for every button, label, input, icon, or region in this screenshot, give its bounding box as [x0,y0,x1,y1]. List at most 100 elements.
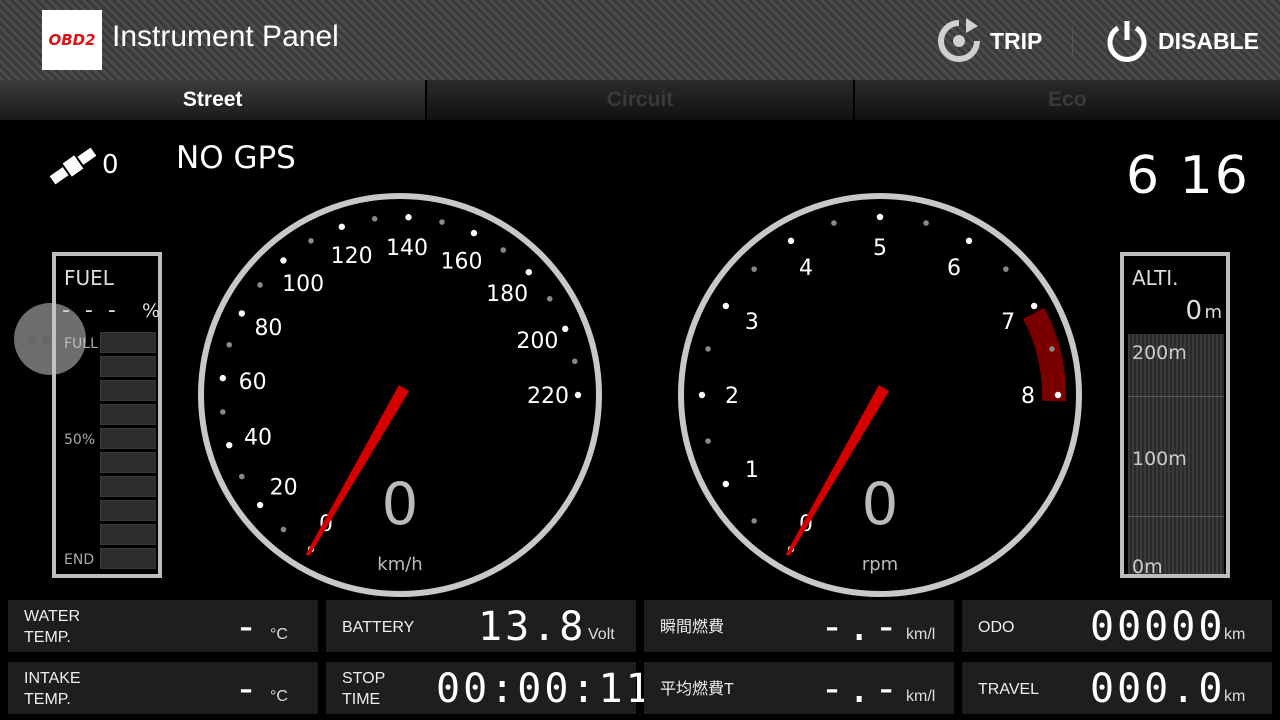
fuel-bar-segment [100,356,156,377]
stop-time-label-1: STOP [342,670,386,687]
disable-button[interactable]: DISABLE [1104,16,1259,66]
travel-value: 000.0 [1090,666,1226,712]
major-tick [574,391,582,399]
clock: 6 16 [1126,146,1250,206]
speed-unit: km/h [377,554,423,575]
fuel-level-bars [100,332,156,572]
minor-tick [439,219,445,225]
fuel-bar-segment [100,404,156,425]
header-bar: OBD2 Instrument Panel TRIP DISABLE [0,0,1280,80]
altitude-gauge: ALTI. 0 m 200m 100m 0m [1120,252,1230,578]
major-tick [338,223,345,230]
major-tick [226,441,233,449]
stop-time-label-2: TIME [342,691,381,708]
altitude-mark-0: 0m [1132,556,1163,578]
tick-label: 5 [873,236,887,261]
obd2-logo: OBD2 [42,10,102,70]
instant-fuel-panel: 瞬間燃費 -.- km/l [644,600,954,652]
major-tick [698,391,706,399]
tab-circuit[interactable]: Circuit [427,80,855,120]
minor-tick [1003,266,1009,272]
tick-label: 200 [516,329,558,354]
fuel-bar-segment [100,500,156,521]
tick-label: 220 [527,384,569,409]
battery-panel: BATTERY 13.8 Volt [326,600,636,652]
tick-label: 6 [947,256,961,281]
stop-time-value: 00:00:11 [436,666,653,712]
water-temp-label-1: WATER [24,608,80,625]
intake-temp-label-1: INTAKE [24,670,81,687]
intake-temp-unit: °C [270,688,288,705]
fuel-bar-segment [100,548,156,569]
avg-fuel-panel: 平均燃費T -.- km/l [644,662,954,714]
gps-satellite-count: 0 [102,150,119,180]
rpm-value: 0 [861,470,899,538]
header-divider [1072,26,1073,56]
water-temp-unit: °C [270,626,288,643]
altitude-mark-100: 100m [1132,448,1187,470]
battery-value: 13.8 [478,604,587,650]
tachometer-dial: 012345678 [678,193,1082,597]
minor-tick [500,247,507,253]
water-temp-panel: WATER TEMP. - °C [8,600,318,652]
minor-tick [705,438,711,444]
major-tick [280,257,287,264]
satellite-icon [49,147,97,185]
altitude-gridline [1128,516,1224,517]
tachometer: 012345678 0 rpm [675,190,1085,600]
altitude-value: 0 [1185,296,1202,326]
fuel-half-label: 50% [64,432,96,448]
tab-street[interactable]: Street [0,80,428,120]
trip-button[interactable]: TRIP [936,16,1042,66]
speed-value: 0 [381,470,419,538]
disable-label: DISABLE [1158,27,1259,54]
major-tick [965,237,973,245]
intake-temp-panel: INTAKE TEMP. - °C [8,662,318,714]
altitude-gridline [1128,396,1224,397]
instant-fuel-unit: km/l [906,626,936,643]
fuel-bar-segment [100,380,156,401]
minor-tick [751,266,757,272]
tick-label: 140 [386,236,428,261]
tick-label: 4 [799,256,813,281]
gps-status: NO GPS [176,140,296,176]
tick-label: 7 [1001,310,1015,335]
trip-label: TRIP [990,27,1043,54]
tick-label: 60 [239,370,267,395]
app-title: Instrument Panel [112,20,339,53]
travel-panel: TRAVEL 000.0 km [962,662,1272,714]
water-temp-value: - [234,604,262,650]
refresh-icon [938,18,980,62]
overlay-dot [27,335,36,344]
stop-time-panel: STOP TIME 00:00:11 [326,662,650,714]
tick-label: 3 [745,310,759,335]
fuel-gauge: FUEL - - - % FULL 50% END [52,252,162,578]
fuel-label: FUEL [64,266,114,290]
fuel-bar-segment [100,524,156,545]
intake-temp-value: - [234,666,262,712]
major-tick [219,374,227,382]
minor-tick [571,358,578,365]
avg-fuel-unit: km/l [906,688,936,705]
major-tick [238,310,245,317]
altitude-mark-200: 200m [1132,342,1187,364]
tick-label: 80 [254,316,282,341]
altitude-label: ALTI. [1132,266,1179,290]
instant-fuel-value: -.- [820,604,902,650]
battery-unit: Volt [588,626,615,643]
fuel-unit: % [142,300,161,322]
minor-tick [308,238,314,244]
fuel-bar-segment [100,452,156,473]
tick-label: 40 [244,426,272,451]
tick-label: 8 [1021,384,1035,409]
avg-fuel-value: -.- [820,666,902,712]
major-tick [876,213,884,221]
odo-label: ODO [978,619,1015,636]
minor-tick [705,346,711,352]
avg-fuel-label: 平均燃費T [660,681,734,698]
logo-text: OBD2 [48,31,96,49]
fuel-end-label: END [64,552,95,568]
minor-tick [546,295,553,302]
speedometer-dial: 020406080100120140160180200220 [198,193,602,597]
tab-eco[interactable]: Eco [854,80,1280,120]
